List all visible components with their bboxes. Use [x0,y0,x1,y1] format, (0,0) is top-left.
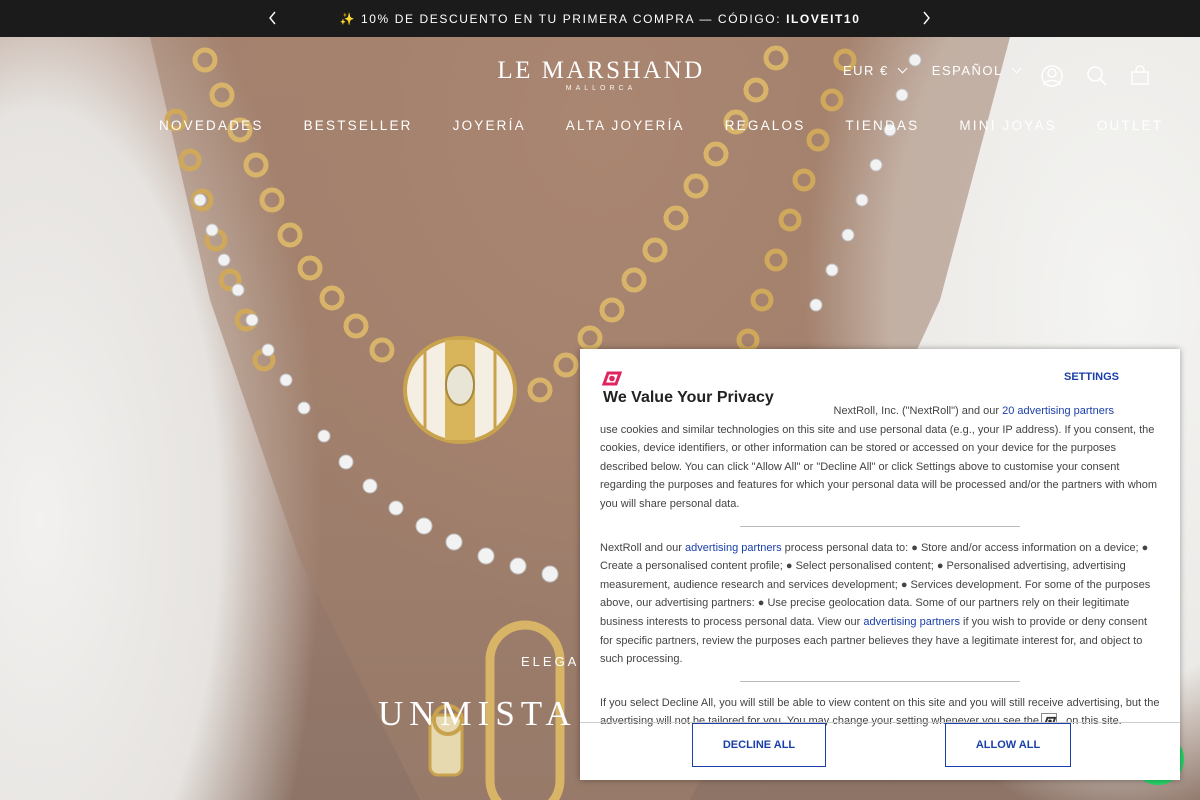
advertising-partners-link-text: 20 advertising partners [1002,405,1114,417]
nav-item-outlet[interactable]: OUTLET [1097,118,1163,133]
logo-subtitle: MALLORCA [565,85,637,92]
chevron-right-icon[interactable] [916,8,936,28]
main-navigation: NOVEDADES BESTSELLER JOYERÍA ALTA JOYERÍ… [159,118,1200,133]
privacy-body: NextRoll, Inc. ("NextRoll") and our 20 a… [600,402,1162,743]
privacy-p1-lead: NextRoll, Inc. ("NextRoll") and our 20 a… [600,402,1115,421]
search-icon[interactable] [1085,64,1109,88]
allow-all-button[interactable]: ALLOW ALL [945,723,1071,767]
nav-item-bestseller[interactable]: BESTSELLER [304,118,413,133]
nav-item-regalos[interactable]: REGALOS [725,118,806,133]
nav-item-tiendas[interactable]: TIENDAS [845,118,919,133]
chevron-down-icon [1011,63,1022,74]
language-selector[interactable]: ESPAÑOL [931,63,1022,78]
nav-item-mini-joyas[interactable]: MINI JOYAS [959,118,1057,133]
nav-item-novedades[interactable]: NOVEDADES [159,118,264,133]
advertising-partners-link[interactable]: advertising partners [685,542,782,554]
logo-name: LE MARSHAND [497,57,705,84]
hero-headline: UNMISTA [378,694,577,733]
cart-icon[interactable] [1128,64,1152,88]
language-label: ESPAÑOL [931,63,1003,78]
locale-selectors: EUR € ESPAÑOL [843,63,1022,78]
currency-label: EUR € [843,63,889,78]
nav-item-joyeria[interactable]: JOYERÍA [453,118,526,133]
privacy-p1-text-b: use cookies and similar technologies on … [600,423,1158,510]
account-icon[interactable] [1040,64,1064,88]
privacy-paragraph-1: NextRoll, Inc. ("NextRoll") and our 20 a… [600,402,1162,514]
divider [740,680,1020,682]
chevron-down-icon [897,63,908,74]
site-header: LE MARSHAND MALLORCA EUR € ESPAÑOL NOVED… [0,37,1200,147]
privacy-p2-text-a: NextRoll and our [600,541,685,554]
privacy-p1-text-a: NextRoll, Inc. ("NextRoll") and our [833,405,1003,417]
barrel-charm [403,336,517,444]
nextroll-logo-icon [601,370,623,386]
chevron-left-icon[interactable] [263,8,283,28]
divider [740,525,1020,527]
announcement-message: ✨ 10% DE DESCUENTO EN TU PRIMERA COMPRA … [339,11,787,26]
nav-item-alta-joyeria[interactable]: ALTA JOYERÍA [566,118,685,133]
announcement-bar: ✨ 10% DE DESCUENTO EN TU PRIMERA COMPRA … [0,0,1200,37]
decline-all-button[interactable]: DECLINE ALL [692,723,826,767]
announcement-text: ✨ 10% DE DESCUENTO EN TU PRIMERA COMPRA … [340,12,861,26]
discount-code: ILOVEIT10 [786,11,861,26]
site-logo[interactable]: LE MARSHAND MALLORCA [489,57,713,92]
advertising-partners-link[interactable]: 20 advertising partners [1002,405,1114,417]
settings-link[interactable]: SETTINGS [1064,371,1119,383]
advertising-partners-link[interactable]: advertising partners [863,616,960,628]
privacy-consent-dialog: SETTINGS We Value Your Privacy NextRoll,… [580,349,1180,780]
privacy-actions: DECLINE ALL ALLOW ALL [580,722,1180,780]
privacy-paragraph-2: NextRoll and our advertising partners pr… [600,539,1162,669]
currency-selector[interactable]: EUR € [843,63,908,78]
